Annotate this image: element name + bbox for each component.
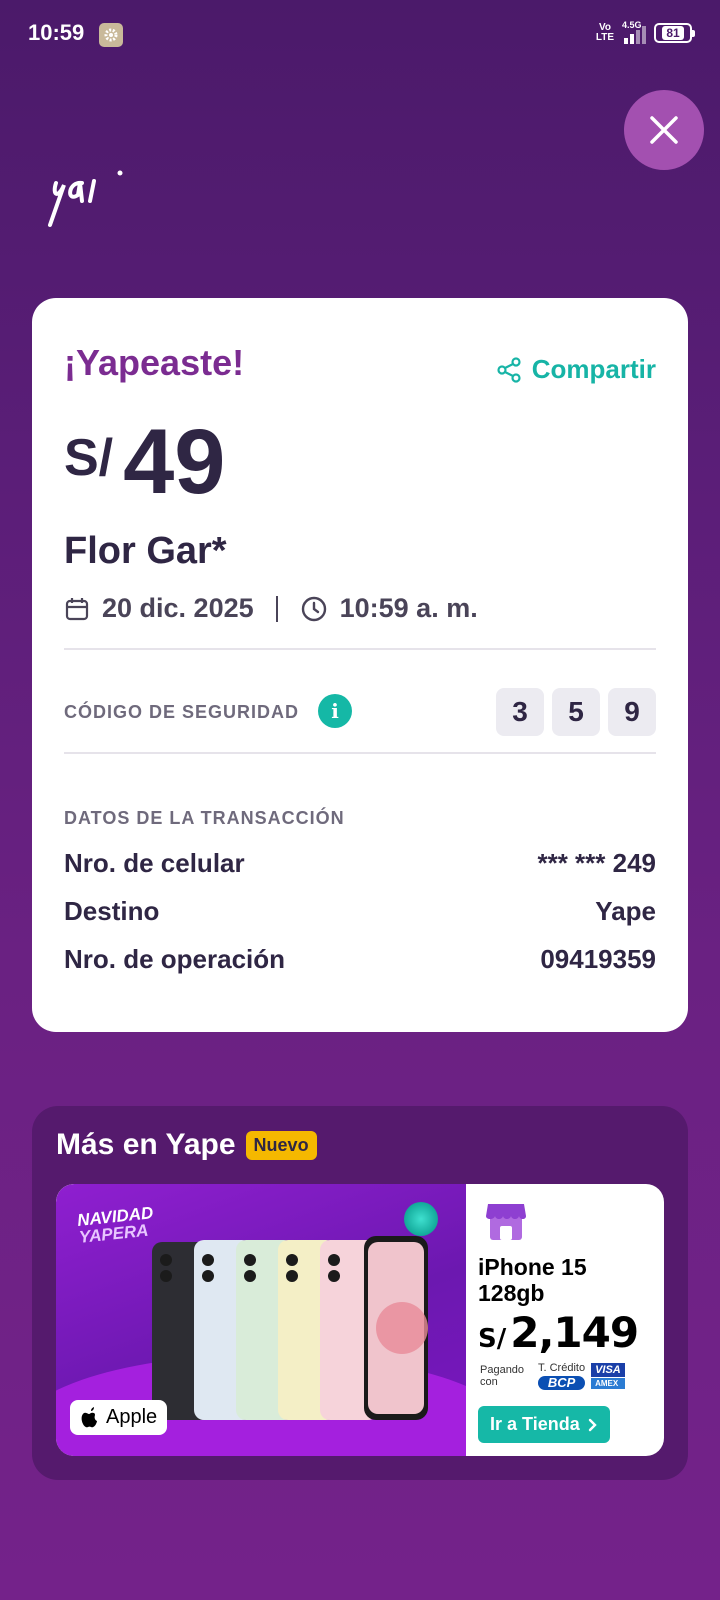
apple-badge: Apple xyxy=(70,1400,168,1435)
status-indicators: Vo LTE 4.5G 81 xyxy=(594,20,695,44)
divider xyxy=(64,648,656,650)
transaction-section-label: DATOS DE LA TRANSACCIÓN xyxy=(64,808,345,828)
detail-value: Yape xyxy=(595,896,656,926)
detail-value: 09419359 xyxy=(540,944,656,974)
go-to-store-button[interactable]: Ir a Tienda xyxy=(478,1406,610,1443)
time-text: 10:59 a. m. xyxy=(339,593,478,623)
security-code-digit: 3 xyxy=(496,688,544,736)
close-button[interactable] xyxy=(624,90,704,170)
ornament-icon xyxy=(404,1202,438,1236)
apple-logo-icon xyxy=(81,1406,97,1427)
detail-row-operation: Nro. de operación 09419359 xyxy=(64,944,656,975)
yape-logo-icon xyxy=(48,170,123,227)
calendar-icon xyxy=(65,597,89,620)
amount: S/ 49 xyxy=(64,416,225,508)
security-code: 3 5 9 xyxy=(496,688,656,736)
store-icon xyxy=(486,1204,526,1240)
promo-title: Más en Yape xyxy=(56,1128,236,1161)
receipt-title: ¡Yapeaste! xyxy=(64,342,245,383)
price-currency: S/ xyxy=(478,1324,507,1354)
amount-currency: S/ xyxy=(64,429,114,487)
detail-label: Nro. de operación xyxy=(64,944,286,974)
detail-row-phone: Nro. de celular *** *** 249 xyxy=(64,848,656,879)
apple-brand-label: Apple xyxy=(106,1406,158,1428)
battery-icon: 81 xyxy=(654,23,695,43)
security-code-label: CÓDIGO DE SEGURIDAD xyxy=(64,702,300,722)
datetime-row: 20 dic. 2025 10:59 a. m. xyxy=(64,593,478,624)
price-value: 2,149 xyxy=(510,1308,639,1357)
chevron-right-icon xyxy=(588,1418,597,1431)
product-price: S/ 2,149 xyxy=(478,1308,639,1357)
amex-logo: AMEX xyxy=(591,1378,625,1389)
store-button-label: Ir a Tienda xyxy=(490,1414,580,1434)
campaign-logo: NAVIDAD YAPERA xyxy=(76,1203,155,1247)
card-type-label: T. Crédito xyxy=(538,1362,586,1374)
status-time: 10:59 xyxy=(28,20,85,45)
gear-icon xyxy=(99,23,123,47)
promo-section: Más en Yape Nuevo NAVIDAD YAPERA Apple i… xyxy=(32,1106,688,1480)
banner-image: NAVIDAD YAPERA Apple xyxy=(56,1184,466,1456)
security-code-digit: 5 xyxy=(552,688,600,736)
info-icon[interactable]: i xyxy=(318,694,352,728)
network-type: 4.5G xyxy=(622,20,642,30)
divider xyxy=(64,752,656,754)
product-line2: 128gb xyxy=(478,1280,545,1306)
detail-label: Nro. de celular xyxy=(64,848,245,878)
receipt-card: ¡Yapeaste! Compartir S/ 49 Flor Gar* 20 … xyxy=(32,298,688,1032)
volte-indicator: Vo LTE xyxy=(595,22,615,43)
close-icon xyxy=(650,116,678,144)
battery-level: 81 xyxy=(662,26,684,40)
detail-value: *** *** 249 xyxy=(537,848,656,878)
product-line1: iPhone 15 xyxy=(478,1254,587,1280)
promo-header: Más en Yape Nuevo xyxy=(56,1128,317,1162)
clock-icon xyxy=(301,596,326,621)
recipient-name: Flor Gar* xyxy=(64,530,227,572)
credit-card-info: T. Crédito BCP xyxy=(538,1362,586,1390)
product-name: iPhone 15 128gb xyxy=(478,1254,587,1306)
share-button[interactable]: Compartir xyxy=(496,354,656,385)
visa-logo: VISA xyxy=(591,1363,625,1377)
promo-banner[interactable]: NAVIDAD YAPERA Apple iPhone 15 128gb S/ … xyxy=(56,1184,664,1456)
iphone-lineup-image xyxy=(152,1236,428,1420)
new-badge: Nuevo xyxy=(245,1130,317,1160)
detail-label: Destino xyxy=(64,896,160,926)
date-text: 20 dic. 2025 xyxy=(102,593,254,623)
detail-row-destination: Destino Yape xyxy=(64,896,656,927)
share-icon xyxy=(497,356,521,383)
payment-info: Pagando con T. Crédito BCP VISA AMEX xyxy=(480,1362,625,1390)
card-brands: VISA AMEX xyxy=(591,1363,625,1389)
paying-with-label: Pagando con xyxy=(480,1364,525,1388)
security-code-digit: 9 xyxy=(608,688,656,736)
bcp-logo: BCP xyxy=(538,1376,586,1390)
share-label: Compartir xyxy=(531,354,656,384)
amount-value: 49 xyxy=(123,411,226,513)
yape-logo xyxy=(40,155,130,240)
status-bar: 10:59 Vo LTE 4.5G 81 xyxy=(0,0,720,70)
signal-icon: 4.5G xyxy=(622,20,646,44)
separator xyxy=(275,595,278,622)
